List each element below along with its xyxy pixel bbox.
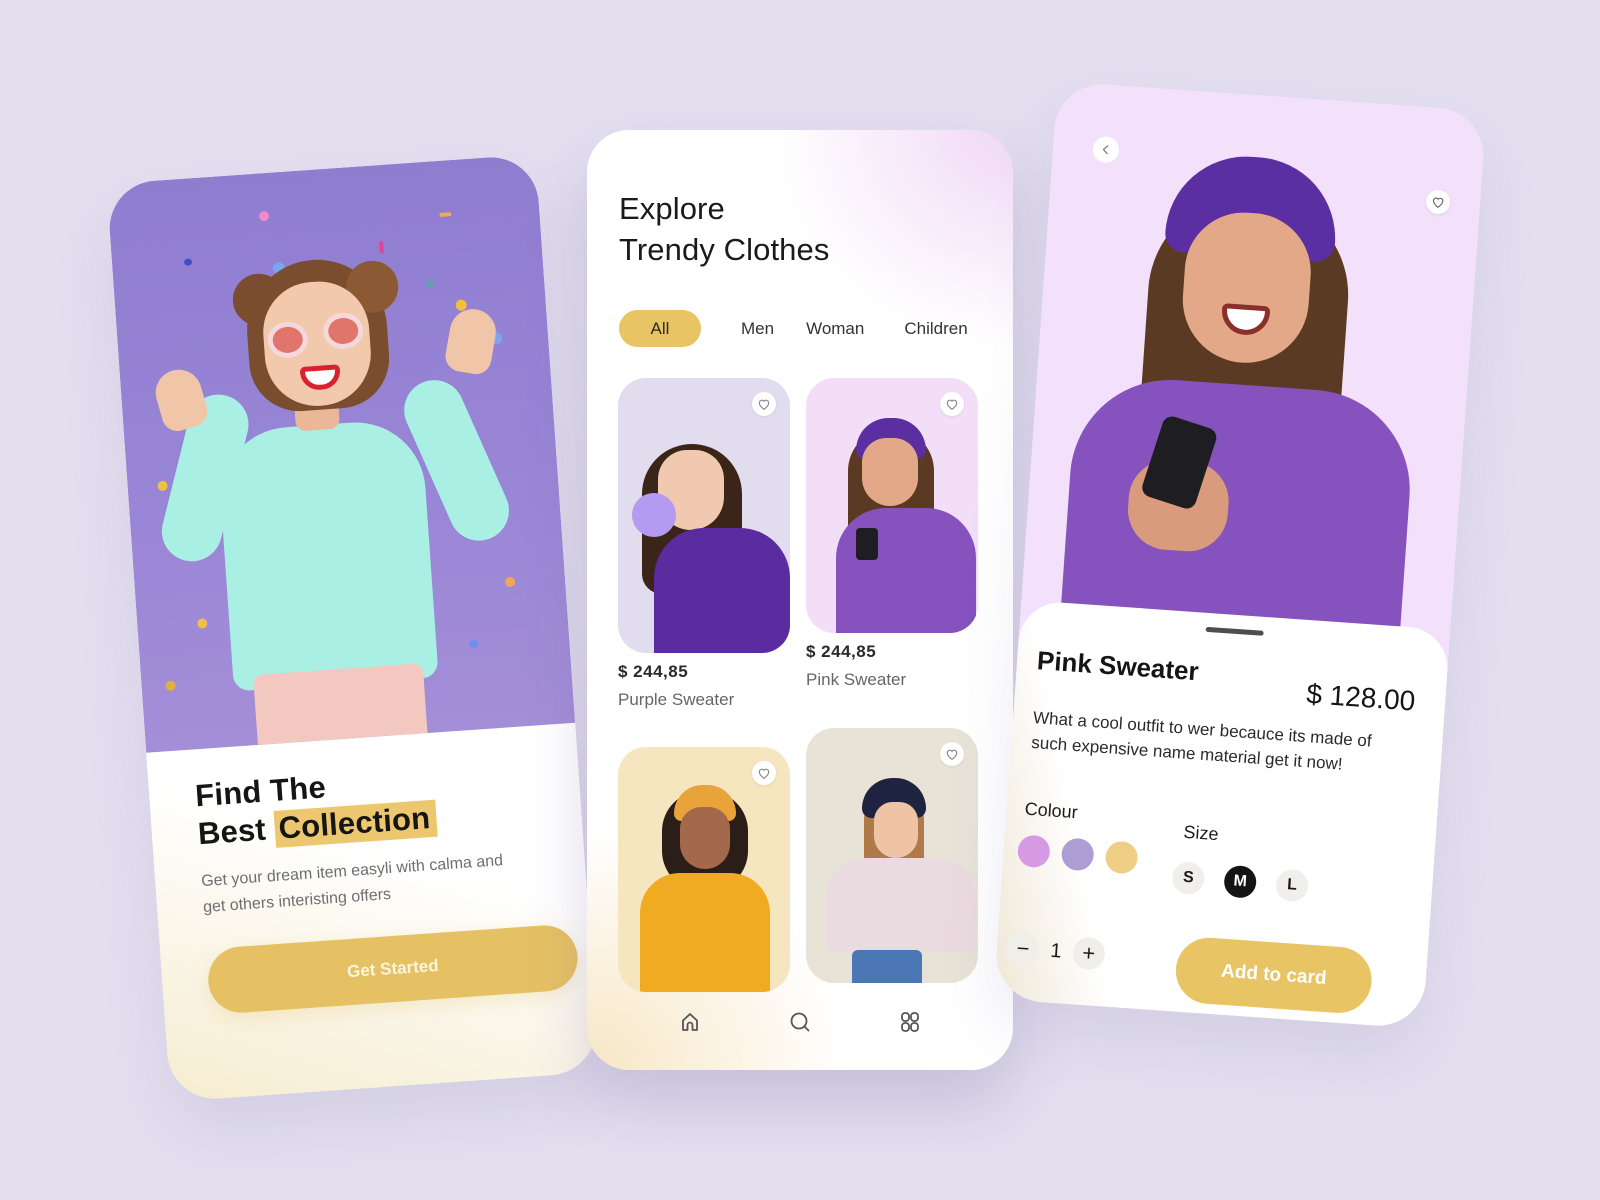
product-card[interactable] bbox=[806, 378, 978, 633]
search-icon bbox=[790, 1012, 810, 1032]
heart-icon bbox=[758, 399, 770, 410]
product-card[interactable] bbox=[618, 378, 790, 653]
product-price: $ 244,85 bbox=[618, 662, 689, 681]
favorite-button[interactable] bbox=[940, 392, 964, 416]
explore-title: Explore Trendy Clothes bbox=[619, 188, 829, 270]
product-hero-image bbox=[1058, 81, 1487, 657]
product-card[interactable] bbox=[806, 728, 978, 983]
nav-menu[interactable] bbox=[896, 1008, 924, 1036]
onboarding-screen: Find The Best Collection Get your dream … bbox=[106, 154, 600, 1102]
explore-title-line-1: Explore bbox=[619, 191, 725, 226]
product-name[interactable]: Purple Sweater bbox=[618, 690, 734, 710]
decrement-button[interactable]: − bbox=[1005, 931, 1041, 966]
nav-home[interactable] bbox=[676, 1008, 704, 1036]
product-price: $ 128.00 bbox=[1305, 678, 1417, 717]
tab-woman[interactable]: Woman bbox=[786, 310, 878, 347]
size-s[interactable]: S bbox=[1171, 861, 1206, 896]
size-options: S M L bbox=[1171, 861, 1310, 903]
product-name: Pink Sweater bbox=[1036, 645, 1200, 687]
home-icon bbox=[682, 1013, 698, 1031]
heart-icon bbox=[1432, 197, 1444, 208]
back-button[interactable] bbox=[1092, 135, 1120, 164]
colour-swatch-gold[interactable] bbox=[1104, 840, 1139, 875]
favorite-button[interactable] bbox=[1425, 189, 1451, 215]
quantity-value: 1 bbox=[1049, 939, 1063, 962]
title-plain: Best bbox=[196, 811, 268, 852]
colour-swatch-pink[interactable] bbox=[1016, 834, 1051, 869]
favorite-button[interactable] bbox=[940, 742, 964, 766]
size-label: Size bbox=[1182, 821, 1220, 845]
tab-men[interactable]: Men bbox=[711, 310, 786, 347]
product-description: What a cool outfit to wer becauce its ma… bbox=[1030, 707, 1373, 774]
tab-children[interactable]: Children bbox=[878, 310, 967, 347]
category-tabs: All Men Woman Children bbox=[619, 310, 968, 347]
detail-sheet: Pink Sweater $ 128.00 What a cool outfit… bbox=[993, 599, 1451, 1029]
heart-icon bbox=[946, 749, 958, 760]
colour-swatch-lavender[interactable] bbox=[1060, 837, 1095, 872]
explore-screen: Explore Trendy Clothes All Men Woman Chi… bbox=[587, 130, 1013, 1070]
favorite-button[interactable] bbox=[752, 761, 776, 785]
onboarding-subtitle: Get your dream item easyli with calma an… bbox=[200, 852, 504, 917]
get-started-button[interactable]: Get Started bbox=[206, 923, 580, 1015]
bottom-nav bbox=[587, 1008, 1013, 1036]
chevron-left-icon bbox=[1102, 145, 1109, 155]
drag-handle[interactable] bbox=[1205, 626, 1264, 636]
tab-all[interactable]: All bbox=[619, 310, 701, 347]
size-l[interactable]: L bbox=[1274, 868, 1310, 903]
size-m[interactable]: M bbox=[1223, 864, 1258, 899]
add-to-cart-button[interactable]: Add to card bbox=[1173, 935, 1374, 1016]
nav-search[interactable] bbox=[786, 1008, 814, 1036]
colour-options bbox=[1016, 834, 1139, 875]
product-detail-screen: Pink Sweater $ 128.00 What a cool outfit… bbox=[993, 81, 1487, 1029]
heart-icon bbox=[758, 768, 770, 779]
grid-icon bbox=[901, 1012, 919, 1032]
product-price: $ 244,85 bbox=[806, 642, 877, 661]
explore-title-line-2: Trendy Clothes bbox=[619, 232, 830, 267]
favorite-button[interactable] bbox=[752, 392, 776, 416]
heart-icon bbox=[946, 399, 958, 410]
onboarding-title: Find The Best Collection bbox=[194, 761, 438, 853]
product-card[interactable] bbox=[618, 747, 790, 992]
increment-button[interactable]: + bbox=[1071, 936, 1106, 971]
product-name[interactable]: Pink Sweater bbox=[806, 670, 906, 690]
hero-image bbox=[106, 154, 576, 753]
colour-label: Colour bbox=[1024, 798, 1079, 823]
quantity-stepper: − 1 + bbox=[1005, 931, 1106, 971]
